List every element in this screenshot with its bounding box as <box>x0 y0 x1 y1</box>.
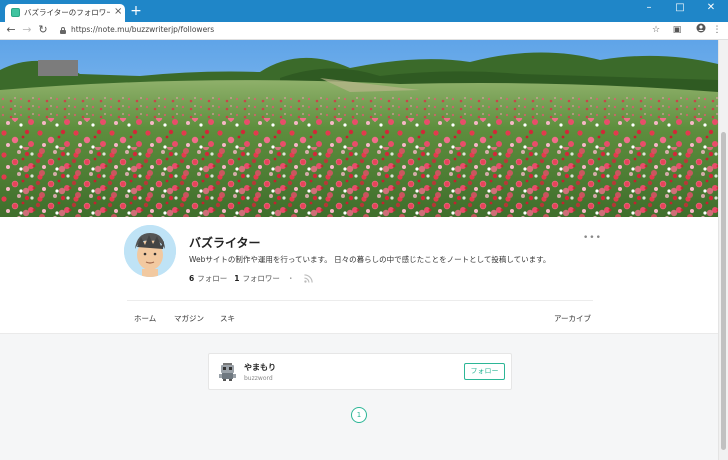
address-bar[interactable]: https://note.mu/buzzwriterjp/followers <box>56 24 666 38</box>
close-window-icon[interactable]: ✕ <box>696 0 726 16</box>
menu-icon[interactable]: ⋮ <box>710 23 724 37</box>
stats-separator: ・ <box>286 274 295 283</box>
tab-title: バズライターのフォロワー一覧｜note <box>24 8 110 17</box>
follower-list-item[interactable]: やまもり buzzword フォロー <box>208 353 512 390</box>
following-count[interactable]: 6 <box>189 274 194 283</box>
follow-button[interactable]: フォロー <box>464 363 505 380</box>
pagination-page-1[interactable]: 1 <box>351 407 367 423</box>
header-image <box>0 40 718 217</box>
rss-icon[interactable] <box>304 274 314 283</box>
back-icon[interactable]: ← <box>4 23 18 37</box>
account-icon[interactable] <box>694 23 708 37</box>
tab-home[interactable]: ホーム <box>134 313 156 324</box>
tab-likes[interactable]: スキ <box>220 313 235 324</box>
new-tab-button[interactable]: + <box>129 3 143 19</box>
follower-id: buzzword <box>244 375 273 382</box>
profile-avatar[interactable] <box>124 225 176 277</box>
maximize-icon[interactable]: □ <box>665 0 695 16</box>
star-icon[interactable]: ☆ <box>649 23 663 37</box>
follower-avatar[interactable] <box>219 363 236 381</box>
following-label[interactable]: フォロー <box>197 273 227 284</box>
tab-magazine[interactable]: マガジン <box>174 313 204 324</box>
more-options-icon[interactable]: ••• <box>583 233 602 243</box>
follower-name[interactable]: やまもり <box>244 362 276 373</box>
forward-icon[interactable]: → <box>20 23 34 37</box>
lock-icon <box>60 27 66 34</box>
tab-close-icon[interactable]: × <box>114 6 122 18</box>
tab-archive[interactable]: アーカイブ <box>554 313 591 324</box>
followers-count[interactable]: 1 <box>234 274 239 283</box>
page-viewport: バズライター Webサイトの制作や運用を行っています。 日々の暮らしの中で感じた… <box>0 40 718 460</box>
scrollbar-thumb[interactable] <box>721 132 726 450</box>
followers-label[interactable]: フォロワー <box>242 273 280 284</box>
browser-tab[interactable]: バズライターのフォロワー一覧｜note × <box>5 4 125 22</box>
cast-icon[interactable]: ▣ <box>670 23 684 37</box>
profile-section: バズライター Webサイトの制作や運用を行っています。 日々の暮らしの中で感じた… <box>0 217 718 334</box>
note-favicon-icon <box>11 8 20 17</box>
browser-toolbar: ← → ↻ https://note.mu/buzzwriterjp/follo… <box>0 22 728 40</box>
profile-description: Webサイトの制作や運用を行っています。 日々の暮らしの中で感じたことをノートと… <box>189 255 551 264</box>
url-text: https://note.mu/buzzwriterjp/followers <box>71 25 215 34</box>
profile-divider <box>127 300 593 301</box>
page-scrollbar[interactable] <box>718 40 728 460</box>
browser-titlebar: バズライターのフォロワー一覧｜note × + – □ ✕ <box>0 0 728 22</box>
minimize-icon[interactable]: – <box>634 0 664 16</box>
profile-name[interactable]: バズライター <box>189 234 261 251</box>
reload-icon[interactable]: ↻ <box>36 23 50 37</box>
profile-stats: 6 フォロー 1 フォロワー ・ <box>189 273 314 284</box>
